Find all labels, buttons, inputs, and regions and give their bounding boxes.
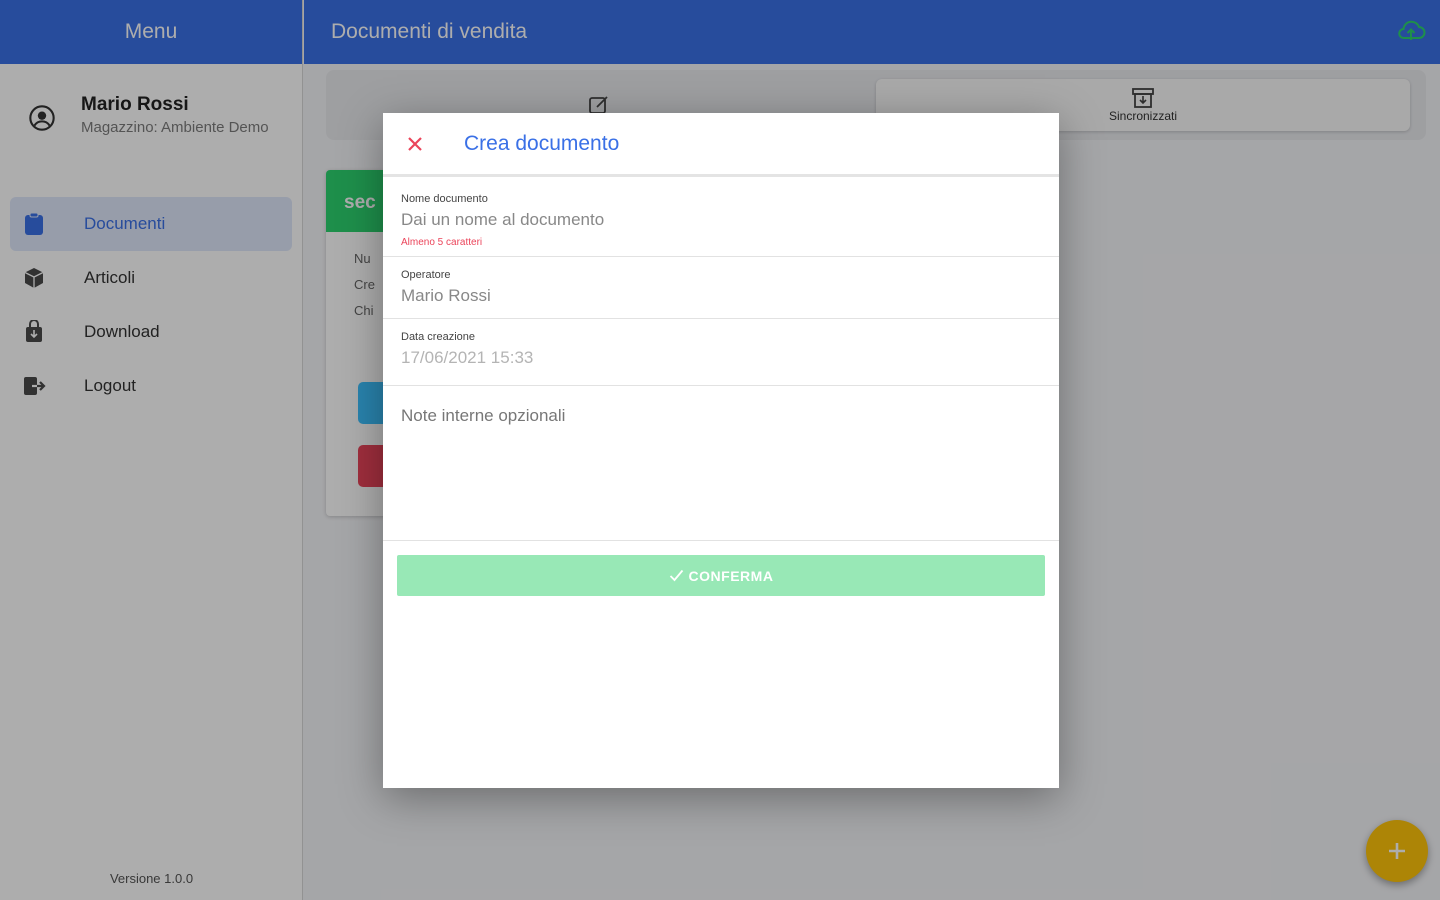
confirm-label: CONFERMA [688, 567, 774, 584]
document-name-hint: Almeno 5 caratteri [401, 237, 483, 248]
create-document-modal: Crea documento Nome documento Dai un nom… [383, 113, 1059, 788]
document-name-field[interactable]: Nome documento Dai un nome al documento … [383, 177, 1059, 257]
modal-title: Crea documento [464, 131, 620, 155]
creation-date-label: Data creazione [401, 331, 475, 343]
notes-field[interactable]: Note interne opzionali [383, 386, 1059, 541]
operator-input[interactable]: Mario Rossi [401, 286, 1059, 306]
document-name-label: Nome documento [401, 193, 488, 205]
close-icon[interactable] [404, 133, 426, 155]
modal-header: Crea documento [383, 113, 1059, 177]
creation-date-value: 17/06/2021 15:33 [401, 348, 534, 367]
operator-field[interactable]: Operatore Mario Rossi [383, 257, 1059, 319]
notes-textarea[interactable]: Note interne opzionali [401, 406, 1059, 426]
document-name-input[interactable]: Dai un nome al documento [401, 210, 1059, 230]
creation-date-field: Data creazione 17/06/2021 15:33 [383, 319, 1059, 386]
confirm-button[interactable]: CONFERMA [397, 555, 1045, 596]
operator-label: Operatore [401, 269, 451, 281]
checkmark-icon [669, 569, 683, 582]
